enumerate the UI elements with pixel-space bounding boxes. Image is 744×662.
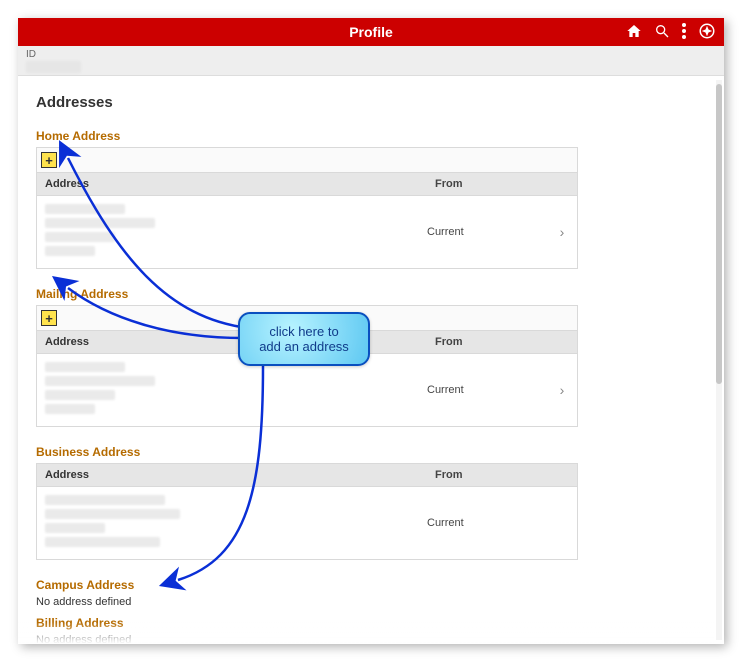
id-label: ID (26, 49, 716, 60)
chevron-right-icon: › (547, 224, 577, 240)
business-address-row: Current (37, 487, 577, 559)
col-address: Address (37, 331, 427, 353)
header-icons (626, 18, 716, 46)
campus-no-address: No address defined (36, 596, 696, 608)
business-address-table: Address From Current (36, 463, 578, 560)
col-from: From (427, 464, 547, 486)
page-heading: Addresses (36, 94, 696, 111)
search-icon[interactable] (654, 23, 670, 42)
home-icon[interactable] (626, 23, 642, 42)
home-address-row[interactable]: Current › (37, 196, 577, 268)
add-home-address-button[interactable]: + (41, 152, 57, 168)
home-from: Current (427, 226, 547, 238)
mailing-address-redacted (37, 354, 427, 426)
home-address-redacted (37, 196, 427, 268)
app-window: Profile ID Addresses Home Address (18, 18, 724, 644)
page-title-header: Profile (18, 24, 724, 40)
id-bar: ID (18, 46, 724, 76)
mailing-address-table: + Address From Current › (36, 305, 578, 427)
app-header: Profile (18, 18, 724, 46)
col-address: Address (37, 173, 427, 195)
scrollbar-thumb[interactable] (716, 84, 722, 384)
more-icon[interactable] (682, 23, 686, 42)
mailing-address-row[interactable]: Current › (37, 354, 577, 426)
business-address-redacted (37, 487, 427, 559)
business-from: Current (427, 517, 547, 529)
section-title-campus: Campus Address (36, 578, 696, 592)
col-from: From (427, 173, 547, 195)
id-value-redacted (26, 61, 81, 73)
billing-no-address: No address defined (36, 634, 696, 644)
section-title-home: Home Address (36, 129, 696, 143)
section-title-business: Business Address (36, 445, 696, 459)
scroll-area: Addresses Home Address + Address From Cu… (18, 76, 724, 644)
section-title-billing: Billing Address (36, 616, 696, 630)
col-address: Address (37, 464, 427, 486)
mailing-from: Current (427, 384, 547, 396)
col-from: From (427, 331, 547, 353)
compass-icon[interactable] (698, 22, 716, 43)
add-mailing-address-button[interactable]: + (41, 310, 57, 326)
section-title-mailing: Mailing Address (36, 287, 696, 301)
chevron-right-icon: › (547, 382, 577, 398)
home-address-table: + Address From Current › (36, 147, 578, 269)
